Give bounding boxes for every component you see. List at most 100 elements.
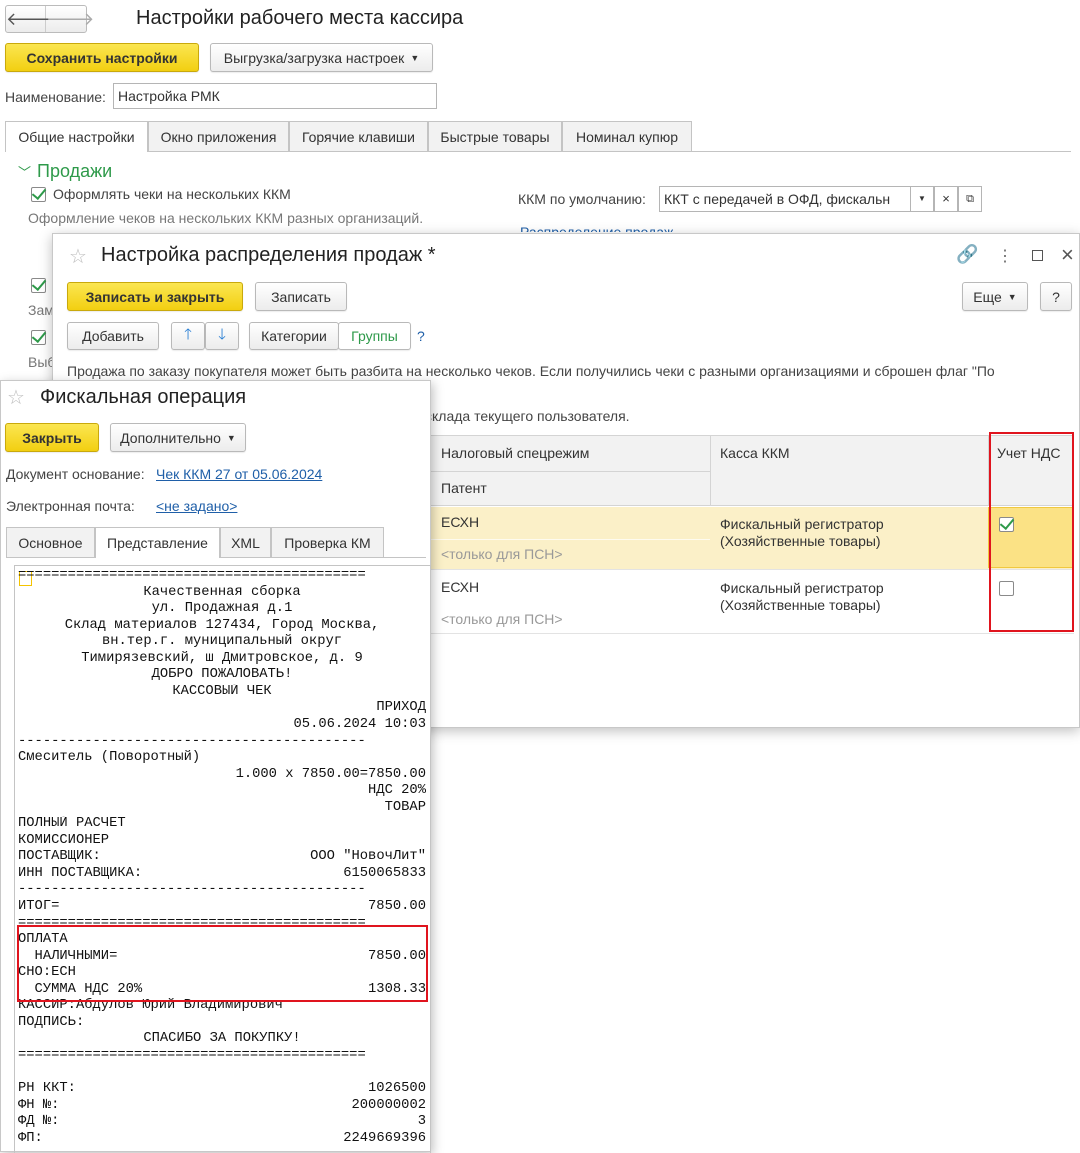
- close-button[interactable]: Закрыть: [5, 423, 99, 452]
- export-settings-button[interactable]: Выгрузка/загрузка настроек▼: [210, 43, 433, 72]
- write-close-button[interactable]: Записать и закрыть: [67, 282, 243, 311]
- partial-link[interactable]: Распределение продаж: [520, 224, 673, 232]
- receipt-line-text: ул. Продажная д.1: [152, 601, 293, 616]
- receipt-line-value: 200000002: [351, 1098, 426, 1115]
- receipt-line: Склад материалов 127434, Город Москва,: [18, 618, 426, 635]
- receipt-line: Качественная сборка: [18, 585, 426, 602]
- name-field[interactable]: Настройка РМК: [113, 83, 437, 109]
- receipt-line-text: КАССОВЫЙ ЧЕК: [172, 684, 271, 699]
- receipt-line: КОМИССИОНЕР: [18, 833, 426, 850]
- additional-button[interactable]: Дополнительно ▼: [110, 423, 246, 452]
- tabs-line: [5, 151, 1071, 152]
- receipt-line: ИТОГ=7850.00: [18, 899, 426, 916]
- chevron-down-icon: ▼: [227, 433, 236, 443]
- export-settings-label: Выгрузка/загрузка настроек: [224, 50, 405, 66]
- tab-xml[interactable]: XML: [220, 527, 271, 557]
- tab-quick-goods[interactable]: Быстрые товары: [428, 121, 562, 151]
- receipt-line: вн.тер.г. муниципальный округ: [18, 634, 426, 651]
- tab-hotkeys[interactable]: Горячие клавиши: [289, 121, 428, 151]
- clear-icon[interactable]: ×: [934, 186, 958, 212]
- receipt-line-text: ФП:: [18, 1131, 43, 1146]
- link-icon[interactable]: 🔗: [956, 244, 978, 265]
- receipt-line-value: 1026500: [368, 1081, 426, 1098]
- multi-kkm-checkbox[interactable]: [31, 187, 46, 202]
- option-checkbox-1[interactable]: [31, 278, 46, 293]
- receipt-line: ----------------------------------------…: [18, 882, 426, 899]
- open-icon[interactable]: ⧉: [958, 186, 982, 212]
- vat-grid: Налоговый спецрежим Касса ККМ Учет НДС П…: [431, 435, 1074, 635]
- vat-column-highlight: [989, 432, 1074, 632]
- default-kkm-field[interactable]: ККТ с передачей в ОФД, фискальн: [659, 186, 911, 212]
- add-button[interactable]: Добавить: [67, 322, 159, 350]
- payment-highlight: [17, 925, 428, 1002]
- tab-representation[interactable]: Представление: [95, 527, 220, 558]
- arrow-down-icon: 🡓: [218, 324, 226, 349]
- default-kkm-label: ККМ по умолчанию:: [518, 191, 646, 207]
- receipt-line-text: ========================================…: [18, 568, 366, 583]
- arrow-up-icon: 🡑: [184, 324, 192, 349]
- receipt-line-text: ПРИХОД: [376, 700, 426, 715]
- more-vertical-icon[interactable]: ⋮: [997, 246, 1013, 266]
- back-arrow-icon[interactable]: 🡐: [6, 6, 46, 32]
- close-icon[interactable]: ×: [1061, 242, 1074, 268]
- name-label: Наименование:: [5, 89, 106, 105]
- doc-basis-link[interactable]: Чек ККМ 27 от 05.06.2024: [156, 466, 322, 482]
- tab-app-window[interactable]: Окно приложения: [148, 121, 289, 151]
- receipt-line-text: ----------------------------------------…: [18, 734, 366, 749]
- additional-label: Дополнительно: [120, 430, 221, 446]
- receipt-line-text: ========================================…: [18, 1048, 366, 1063]
- col-header-regime[interactable]: Налоговый спецрежим: [441, 445, 589, 461]
- more-button[interactable]: Еще ▼: [962, 282, 1028, 311]
- section-sales[interactable]: ﹀Продажи: [18, 161, 112, 182]
- move-down-button[interactable]: 🡓: [205, 322, 239, 350]
- save-settings-button[interactable]: Сохранить настройки: [5, 43, 199, 72]
- help-button[interactable]: ?: [1040, 282, 1072, 311]
- col-header-patent[interactable]: Патент: [441, 480, 487, 496]
- chevron-down-icon: ﹀: [18, 165, 31, 180]
- receipt-line-text: ИНН ПОСТАВЩИКА:: [18, 866, 142, 881]
- receipt-line-text: ТОВАР: [385, 800, 426, 815]
- forward-arrow-icon[interactable]: 🡒: [46, 6, 86, 32]
- receipt-line: ПОСТАВЩИК:ООО "НовочЛит": [18, 849, 426, 866]
- receipt-line-text: Тимирязевский, ш Дмитровское, д. 9: [81, 651, 363, 666]
- maximize-icon[interactable]: [1032, 250, 1043, 261]
- receipt-line-value: 6150065833: [343, 866, 426, 883]
- patent-cell: <только для ПСН>: [441, 546, 563, 562]
- info-line-2: склада текущего пользователя.: [425, 408, 630, 424]
- categories-button[interactable]: Категории: [249, 322, 339, 350]
- option-checkbox-2[interactable]: [31, 330, 46, 345]
- subheader-divider: [431, 471, 710, 472]
- receipt-line-text: Склад материалов 127434, Город Москва,: [65, 618, 380, 633]
- receipt-line: [18, 1065, 426, 1082]
- groups-button[interactable]: Группы: [338, 322, 411, 350]
- receipt-line: ФН №:200000002: [18, 1098, 426, 1115]
- receipt-line: ПРИХОД: [18, 700, 426, 717]
- write-button[interactable]: Записать: [255, 282, 347, 311]
- move-up-button[interactable]: 🡑: [171, 322, 205, 350]
- email-link[interactable]: <не задано>: [156, 498, 237, 514]
- more-label: Еще: [973, 289, 1002, 305]
- dropdown-button[interactable]: ▼: [910, 186, 934, 212]
- receipt-line-text: ДОБРО ПОЖАЛОВАТЬ!: [152, 667, 293, 682]
- receipt-line: ИНН ПОСТАВЩИКА: 6150065833: [18, 866, 426, 883]
- tab-banknotes[interactable]: Номинал купюр: [562, 121, 692, 151]
- tab-km-check[interactable]: Проверка КМ: [271, 527, 384, 557]
- tab-general[interactable]: Общие настройки: [5, 121, 148, 152]
- help-link[interactable]: ?: [417, 328, 425, 344]
- star-icon[interactable]: ☆: [7, 385, 25, 410]
- regime-cell: ЕСХН: [441, 579, 479, 595]
- star-icon[interactable]: ☆: [69, 244, 87, 269]
- receipt-line: РН ККТ:1026500: [18, 1081, 426, 1098]
- kkm-cell-line2: (Хозяйственные товары): [720, 533, 881, 549]
- receipt-line-text: НДС 20%: [368, 783, 426, 798]
- chevron-down-icon: ▼: [1008, 292, 1017, 302]
- partial-label-1: Зам: [28, 302, 54, 318]
- dist-title: Настройка распределения продаж *: [101, 244, 436, 267]
- tab-main[interactable]: Основное: [6, 527, 95, 557]
- fiscal-title: Фискальная операция: [40, 386, 246, 409]
- receipt-line: ПОДПИСЬ:: [18, 1015, 426, 1032]
- col-divider-1: [710, 436, 711, 506]
- doc-basis-label: Документ основание:: [6, 466, 145, 482]
- col-header-kkm[interactable]: Касса ККМ: [720, 445, 790, 461]
- receipt-line: ТОВАР: [18, 800, 426, 817]
